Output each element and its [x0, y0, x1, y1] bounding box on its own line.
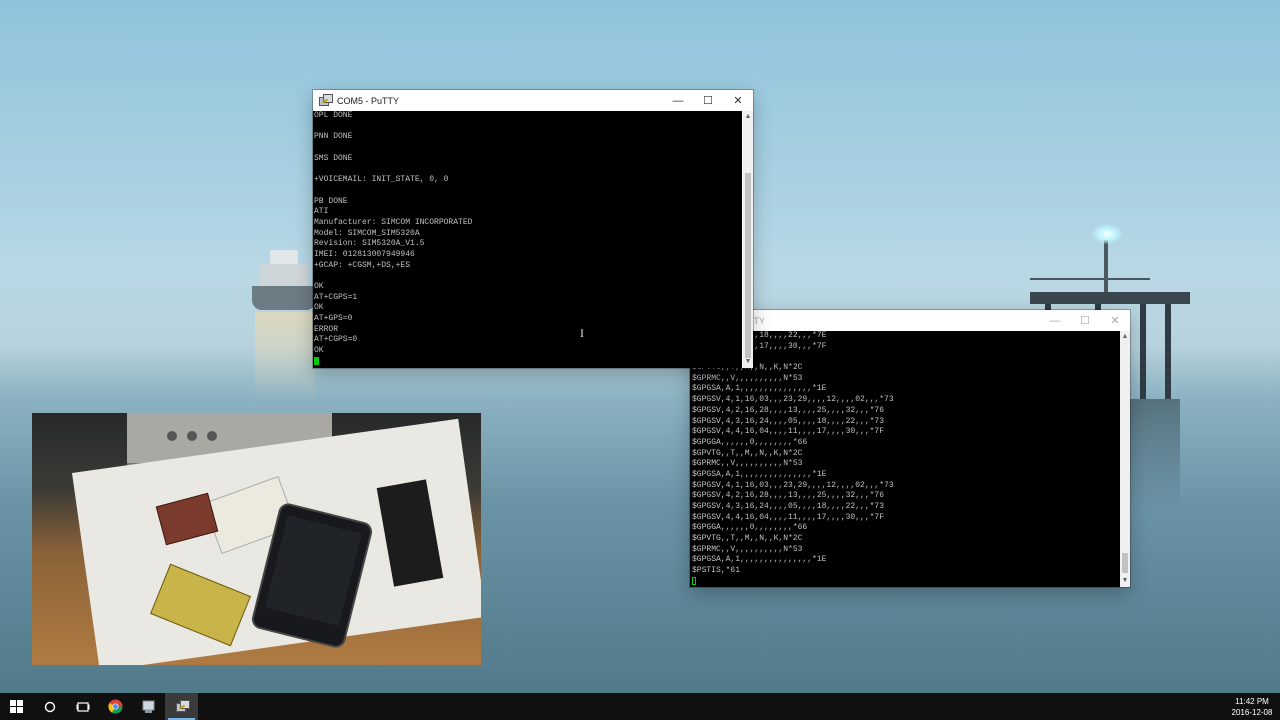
- terminal-line: $GPGSV,4,1,16,03,,,23,29,,,,12,,,,02,,,*…: [692, 480, 894, 490]
- ibeam-cursor-icon: I: [580, 326, 584, 340]
- terminal-line: OK: [314, 346, 324, 356]
- scroll-thumb[interactable]: [745, 173, 751, 358]
- search-icon: [44, 701, 55, 712]
- putty-icon: [175, 699, 190, 714]
- lamp-light: [1092, 224, 1122, 244]
- terminal-line: Model: SIMCOM_SIM5320A: [314, 228, 420, 238]
- terminal-line: OK: [314, 282, 324, 291]
- terminal-line: AT+GPS=0: [314, 314, 353, 324]
- terminal-line: $GPRMC,,V,,,,,,,,,,N*53: [692, 459, 803, 469]
- putty-icon: [318, 93, 333, 108]
- window-title: COM5 - PuTTY: [337, 95, 400, 106]
- terminal-line: Manufacturer: SIMCOM INCORPORATED: [314, 217, 473, 227]
- terminal-output[interactable]: 6,29,,,,05,,,,18,,,,22,,,*7E 6,04,,,,11,,…: [690, 331, 1120, 587]
- clock-date: 2016-12-08: [1231, 707, 1273, 717]
- scroll-down-icon[interactable]: ▼: [1120, 575, 1130, 587]
- terminal-line: OK: [314, 303, 324, 313]
- terminal-line: $GPGSV,4,3,16,24,,,,05,,,,18,,,,22,,,*73: [692, 502, 885, 511]
- pier: [1030, 292, 1190, 304]
- terminal-line: AT+CGPS=1: [314, 292, 358, 302]
- window-titlebar[interactable]: TTY — ☐ ✕: [690, 310, 1130, 331]
- minimize-button[interactable]: —: [663, 90, 693, 111]
- terminal-line: Revision: SIM5320A_V1.5: [314, 239, 425, 249]
- window-titlebar[interactable]: COM5 - PuTTY — ☐ ✕: [313, 90, 753, 111]
- maximize-button[interactable]: ☐: [1070, 310, 1100, 331]
- terminal-line: $GPGSV,4,2,16,28,,,,13,,,,25,,,,32,,,*76: [692, 491, 885, 501]
- terminal-line: 6,29,,,,05,,,,18,,,,22,,,*7E: [692, 331, 827, 340]
- search-button[interactable]: [33, 693, 66, 720]
- terminal-line: $GPGSV,4,4,16,04,,,,11,,,,17,,,,30,,,*7F: [692, 427, 885, 437]
- terminal-line: $GPGGA,,,,,,0,,,,,,,,*66: [692, 437, 808, 447]
- task-view-button[interactable]: [66, 693, 99, 720]
- chrome-button[interactable]: [99, 693, 132, 720]
- terminal-line: PNN DONE: [314, 132, 353, 142]
- terminal-line: $GPGSV,4,4,16,04,,,,11,,,,17,,,,30,,,*7F: [692, 512, 885, 522]
- scroll-up-icon[interactable]: ▲: [743, 111, 753, 123]
- terminal-output[interactable]: OPL DONE PNN DONE SMS DONE +VOICEMAIL: INIT…: [313, 111, 742, 368]
- pier-reflection: [1130, 399, 1180, 509]
- close-button[interactable]: ✕: [723, 90, 753, 111]
- terminal-line: OPL DONE: [314, 111, 353, 120]
- terminal-cursor: [692, 576, 696, 585]
- chrome-icon: [108, 699, 123, 714]
- terminal-line: ERROR: [314, 324, 339, 334]
- terminal-cursor: [314, 356, 319, 365]
- terminal-line: $GPVTG,,T,,M,,N,,K,N*2C: [692, 448, 803, 458]
- terminal-line: $GPGSA,A,1,,,,,,,,,,,,,,,*1E: [692, 384, 827, 394]
- desktop: TTY — ☐ ✕ 6,29,,,,05,,,,18,,,,22,,,*7E 6,…: [0, 0, 1280, 693]
- start-button[interactable]: [0, 693, 33, 720]
- ferry-reflection: [255, 312, 315, 402]
- putty-window-gps[interactable]: TTY — ☐ ✕ 6,29,,,,05,,,,18,,,,22,,,*7E 6,…: [690, 310, 1130, 587]
- terminal-line: $GPVTG,,T,,M,,N,,K,N*2C: [692, 363, 1120, 374]
- scroll-down-icon[interactable]: ▼: [743, 356, 753, 368]
- terminal-line: AT+CGPS=0: [314, 335, 358, 345]
- terminal-line: $GPGSV,4,2,16,28,,,,13,,,,25,,,,32,,,*76: [692, 405, 885, 415]
- pier-leg: [1165, 304, 1171, 399]
- putty-window-com5[interactable]: COM5 - PuTTY — ☐ ✕ OPL DONE PNN DONE SMS D…: [313, 90, 753, 368]
- terminal-line: IMEI: 012813007949946: [314, 249, 415, 259]
- terminal-line: $GPGSV,4,3,16,24,,,,05,,,,18,,,,22,,,*73: [692, 416, 885, 426]
- terminal-line: $PSTIS,*61: [692, 566, 741, 576]
- clock-time: 11:42 PM: [1235, 696, 1269, 706]
- terminal-line: +VOICEMAIL: INIT_STATE, 0, 0: [314, 175, 449, 185]
- scroll-thumb[interactable]: [1122, 553, 1128, 573]
- maximize-button[interactable]: ☐: [693, 90, 723, 111]
- terminal-line: $GPRMC,,V,,,,,,,,,,N*53: [692, 373, 803, 383]
- terminal-line: ATI: [314, 207, 329, 217]
- terminal-line: $GPRMC,,V,,,,,,,,,,N*53: [692, 544, 803, 554]
- terminal-line: +GCAP: +CGSM,+DS,+ES: [314, 260, 411, 270]
- terminal-line: PB DONE: [314, 196, 348, 206]
- scrollbar[interactable]: ▲ ▼: [743, 111, 753, 368]
- app-icon: [142, 700, 155, 713]
- terminal-line: SMS DONE: [314, 153, 353, 163]
- close-button[interactable]: ✕: [1100, 310, 1130, 331]
- minimize-button[interactable]: —: [1040, 310, 1070, 331]
- terminal-line: $GPGGA,,,,,,0,,,,,,,,*66: [692, 523, 808, 533]
- scrollbar[interactable]: ▲ ▼: [1120, 331, 1130, 587]
- clock[interactable]: 11:42 PM 2016-12-08: [1228, 696, 1280, 718]
- taskbar: 11:42 PM 2016-12-08: [0, 693, 1280, 720]
- terminal-line: 6,04,,,,11,,,,17,,,,30,,,*7F: [692, 341, 827, 351]
- terminal-line: $GPVTG,,T,,M,,N,,K,N*2C: [692, 534, 803, 544]
- lamp-pole: [1104, 240, 1108, 292]
- task-view-icon: [76, 701, 89, 712]
- terminal-line: $GPGSA,A,1,,,,,,,,,,,,,,,*1E: [692, 555, 827, 565]
- pier-leg: [1140, 304, 1146, 399]
- terminal-line: 0,,,,,,,*66: [692, 352, 1120, 363]
- terminal-line: $GPGSA,A,1,,,,,,,,,,,,,,,*1E: [692, 469, 827, 479]
- windows-start-icon: [10, 700, 23, 713]
- app-button[interactable]: [132, 693, 165, 720]
- ferry-boat: [252, 246, 316, 312]
- terminal-line: $GPGSV,4,1,16,03,,,23,29,,,,12,,,,02,,,*…: [692, 395, 894, 405]
- scroll-up-icon[interactable]: ▲: [1120, 331, 1130, 343]
- putty-taskbar-button[interactable]: [165, 693, 198, 720]
- webcam-video: [32, 413, 481, 665]
